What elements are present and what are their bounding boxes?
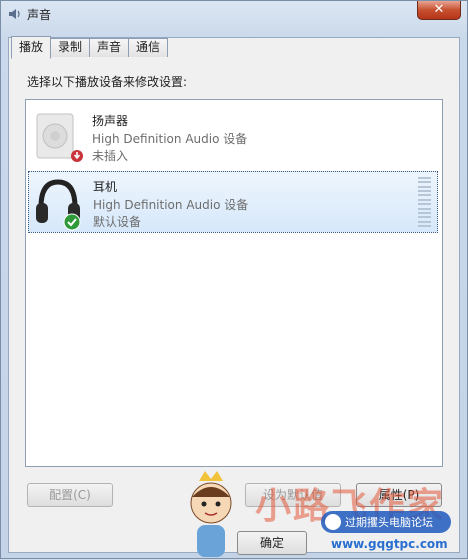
site-logo-icon bbox=[325, 514, 341, 530]
instruction-label: 选择以下播放设备来修改设置: bbox=[27, 75, 188, 89]
watermark-url: www.gqgtpc.com bbox=[331, 537, 448, 551]
watermark-overlay: 小路飞作家 过期攫头电脑论坛 www.gqgtpc.com bbox=[181, 469, 468, 560]
device-item-speaker[interactable]: 扬声器 High Definition Audio 设备 未插入 bbox=[28, 106, 438, 168]
device-status: 未插入 bbox=[92, 149, 129, 163]
cartoon-mascot-icon bbox=[190, 471, 232, 557]
tab-communications[interactable]: 通信 bbox=[128, 38, 169, 57]
sound-icon bbox=[9, 9, 20, 19]
tab-playback[interactable]: 播放 bbox=[11, 36, 52, 59]
level-meter bbox=[418, 177, 431, 227]
device-status: 默认设备 bbox=[93, 215, 142, 229]
tab-sounds[interactable]: 声音 bbox=[89, 38, 130, 57]
configure-button[interactable]: 配置(C) bbox=[27, 483, 113, 507]
watermark-site-badge: 过期攫头电脑论坛 bbox=[321, 511, 451, 533]
close-button[interactable]: ✕ bbox=[417, 1, 461, 20]
tab-recording[interactable]: 录制 bbox=[50, 38, 91, 57]
default-check-badge-icon bbox=[63, 213, 81, 231]
watermark-site-label: 过期攫头电脑论坛 bbox=[345, 516, 433, 529]
unplugged-badge-icon bbox=[71, 150, 83, 162]
close-icon: ✕ bbox=[433, 2, 445, 17]
tab-strip: 播放 录制 声音 通信 bbox=[11, 36, 169, 59]
device-name: 扬声器 bbox=[92, 114, 129, 128]
title-bar[interactable]: 声音 ✕ bbox=[1, 1, 467, 27]
device-description: High Definition Audio 设备 bbox=[93, 198, 249, 212]
window-title: 声音 bbox=[27, 8, 52, 22]
device-item-headphones[interactable]: 耳机 High Definition Audio 设备 默认设备 bbox=[28, 171, 438, 233]
device-description: High Definition Audio 设备 bbox=[92, 132, 248, 146]
sound-dialog: 声音 ✕ 播放 录制 声音 通信 选择以下播放设备来修改设置: 扬声器 High… bbox=[0, 0, 468, 559]
device-name: 耳机 bbox=[93, 180, 118, 194]
device-list[interactable]: 扬声器 High Definition Audio 设备 未插入 耳机 High… bbox=[25, 99, 443, 467]
